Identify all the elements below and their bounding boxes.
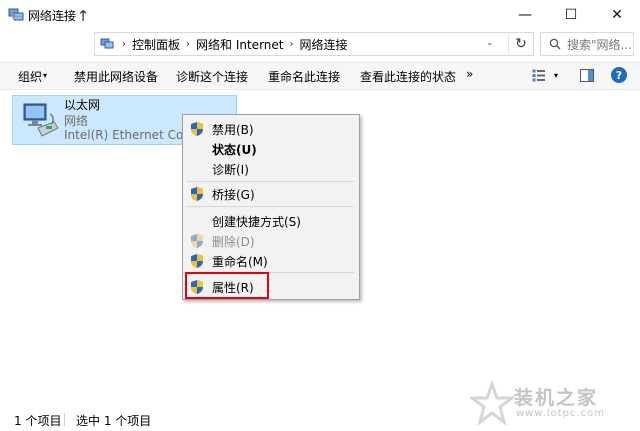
breadcrumb: › 控制面板 › 网络和 Internet › 网络连接	[116, 36, 348, 52]
watermark-star-icon	[470, 381, 514, 425]
uac-shield-icon	[191, 234, 203, 248]
organize-button[interactable]: 组织	[18, 68, 42, 85]
change-view-icon[interactable]	[532, 69, 546, 82]
menu-item-delete: 删除(D)	[212, 235, 255, 249]
refresh-button[interactable]: ↻	[508, 34, 533, 54]
item-count: 1 个项目	[14, 414, 62, 428]
chevron-down-icon[interactable]: ▾	[43, 71, 47, 80]
status-divider	[64, 413, 65, 426]
search-input[interactable]: 搜索"网络...	[540, 32, 634, 56]
watermark-url: www.lotpc.com	[516, 408, 605, 419]
breadcrumb-network-internet[interactable]: 网络和 Internet	[196, 36, 283, 53]
more-commands-button[interactable]: »	[466, 67, 473, 81]
disable-device-button[interactable]: 禁用此网络设备	[74, 68, 158, 85]
rename-connection-button[interactable]: 重命名此连接	[268, 68, 340, 85]
forward-button[interactable]: →	[30, 4, 52, 28]
breadcrumb-network-connections[interactable]: 网络连接	[299, 36, 347, 53]
breadcrumb-control-panel[interactable]: 控制面板	[132, 36, 180, 53]
back-button[interactable]: ←	[6, 4, 28, 28]
up-button[interactable]: ↑	[72, 4, 94, 28]
view-status-button[interactable]: 查看此连接的状态	[360, 68, 456, 85]
highlight-annotation-box	[185, 272, 269, 299]
recent-locations-button[interactable]: ⌄	[52, 4, 74, 28]
breadcrumb-separator: ›	[122, 38, 126, 50]
maximize-button[interactable]: ☐	[548, 0, 594, 30]
item-name: 以太网	[64, 98, 101, 112]
menu-item-diagnose[interactable]: 诊断(I)	[212, 161, 249, 178]
chevron-down-icon[interactable]: ▾	[554, 71, 558, 80]
breadcrumb-separator[interactable]: ›	[186, 39, 190, 50]
close-button[interactable]: ✕	[594, 0, 640, 30]
address-dropdown-button[interactable]: ⌄	[486, 38, 494, 48]
network-folder-icon	[100, 38, 114, 49]
uac-shield-icon	[191, 122, 203, 136]
menu-item-bridge[interactable]: 桥接(G)	[212, 186, 255, 203]
preview-pane-icon[interactable]	[580, 69, 594, 82]
menu-divider	[186, 206, 354, 207]
menu-item-rename[interactable]: 重命名(M)	[212, 253, 268, 270]
diagnose-connection-button[interactable]: 诊断这个连接	[176, 68, 248, 85]
item-device-name: Intel(R) Ethernet Connection	[64, 128, 186, 142]
search-icon	[549, 38, 561, 50]
ethernet-adapter-icon	[23, 103, 59, 137]
menu-item-status[interactable]: 状态(U)	[212, 141, 257, 158]
item-type: 网络	[64, 114, 89, 128]
help-icon[interactable]: ?	[611, 67, 627, 83]
selected-count: 选中 1 个项目	[76, 414, 152, 428]
watermark-text: 装机之家	[514, 387, 599, 409]
menu-item-create-shortcut[interactable]: 创建快捷方式(S)	[212, 213, 301, 230]
uac-shield-icon	[191, 254, 203, 268]
menu-divider	[186, 181, 354, 182]
uac-shield-icon	[191, 187, 203, 201]
minimize-button[interactable]: —	[502, 0, 548, 30]
menu-item-disable[interactable]: 禁用(B)	[212, 121, 254, 138]
search-placeholder: 搜索"网络...	[567, 37, 632, 52]
breadcrumb-separator[interactable]: ›	[289, 39, 293, 50]
